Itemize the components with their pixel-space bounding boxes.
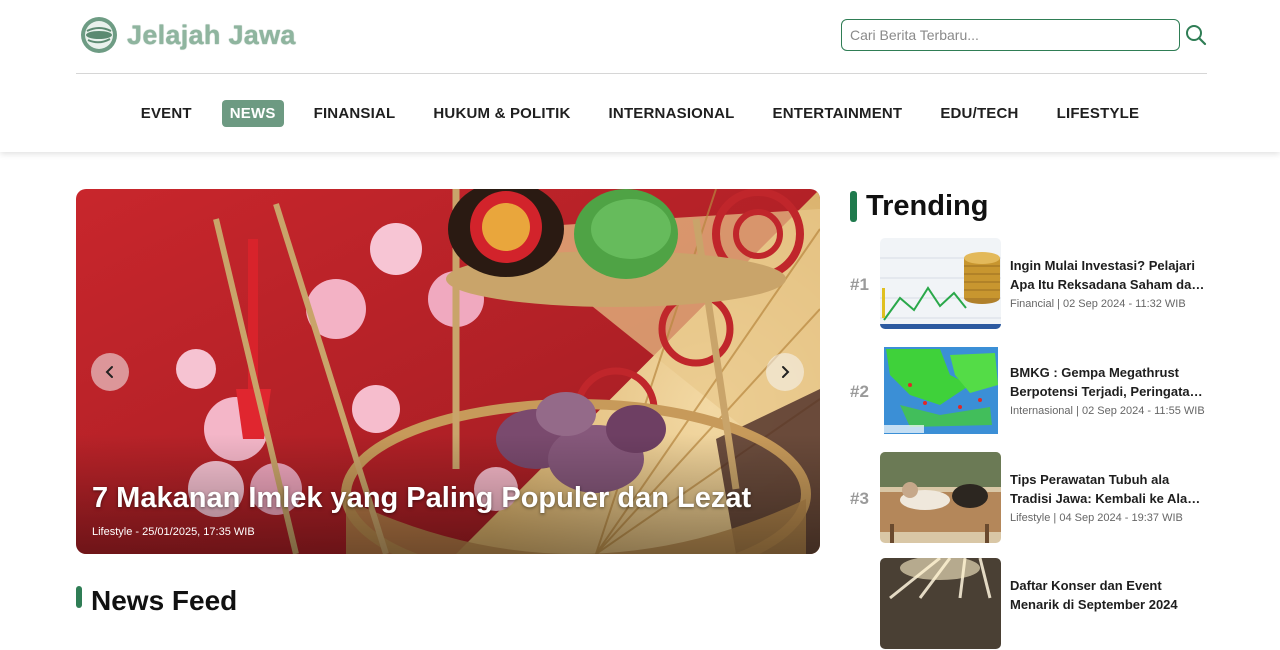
trending-item[interactable]: #2 BMKG : Gempa Megathrust Berpotensi Te…	[850, 345, 1210, 437]
feed-heading-bar	[76, 586, 82, 608]
search-input[interactable]	[841, 19, 1180, 51]
nav-item-news[interactable]: NEWS	[221, 99, 284, 127]
hero-title[interactable]: 7 Makanan Imlek yang Paling Populer dan …	[92, 482, 751, 515]
trending-thumbnail	[880, 238, 1001, 329]
trending-item[interactable]: #1 Ingin Mulai Investasi? Pelajari Apa I…	[850, 238, 1210, 330]
chevron-left-icon	[105, 366, 113, 378]
main-nav: EVENT NEWS FINANSIAL HUKUM & POLITIK INT…	[0, 98, 1280, 128]
site-header: Jelajah Jawa EVENT NEWS FINANSIAL HUKUM …	[0, 0, 1280, 152]
trending-heading: Trending	[866, 190, 989, 222]
search-button[interactable]	[1184, 23, 1208, 47]
search-icon	[1186, 25, 1207, 46]
nav-item-entertainment[interactable]: ENTERTAINMENT	[764, 100, 910, 127]
slider-prev-button[interactable]	[91, 353, 129, 391]
chevron-right-icon	[782, 366, 790, 378]
trending-thumbnail	[880, 452, 1001, 543]
trending-item-title[interactable]: Daftar Konser dan Event Menarik di Septe…	[1010, 576, 1210, 614]
header-divider	[76, 73, 1207, 74]
nav-item-lifestyle[interactable]: LIFESTYLE	[1049, 100, 1148, 127]
nav-item-event[interactable]: EVENT	[133, 100, 200, 127]
trending-thumbnail	[880, 345, 1001, 436]
logo-text: Jelajah Jawa	[127, 19, 296, 50]
trending-rank: #2	[850, 382, 869, 401]
slider-next-button[interactable]	[766, 353, 804, 391]
site-logo[interactable]: Jelajah Jawa	[79, 14, 296, 56]
trending-thumbnail	[880, 558, 1001, 649]
trending-item-title[interactable]: Ingin Mulai Investasi? Pelajari Apa Itu …	[1010, 256, 1210, 294]
feed-heading: News Feed	[91, 585, 238, 616]
nav-item-hukum-politik[interactable]: HUKUM & POLITIK	[425, 100, 578, 127]
nav-item-finansial[interactable]: FINANSIAL	[306, 100, 404, 127]
trending-item-title[interactable]: BMKG : Gempa Megathrust Berpotensi Terja…	[1010, 363, 1210, 401]
globe-logo-icon	[81, 17, 117, 53]
hero-meta: Lifestyle - 25/01/2025, 17:35 WIB	[92, 526, 255, 538]
trending-item[interactable]: #3 Tips Perawatan Tubuh ala Tradisi Jawa…	[850, 452, 1210, 544]
nav-item-edu-tech[interactable]: EDU/TECH	[932, 100, 1026, 127]
trending-item[interactable]: Daftar Konser dan Event Menarik di Septe…	[850, 558, 1210, 650]
trending-item-meta: Internasional | 02 Sep 2024 - 11:55 WIB	[1010, 405, 1205, 417]
trending-item-meta: Financial | 02 Sep 2024 - 11:32 WIB	[1010, 298, 1186, 310]
hero-slider[interactable]: 7 Makanan Imlek yang Paling Populer dan …	[76, 189, 820, 554]
trending-item-meta: Lifestyle | 04 Sep 2024 - 19:37 WIB	[1010, 512, 1183, 524]
trending-item-title[interactable]: Tips Perawatan Tubuh ala Tradisi Jawa: K…	[1010, 470, 1210, 508]
nav-item-internasional[interactable]: INTERNASIONAL	[601, 100, 743, 127]
trending-rank: #3	[850, 489, 869, 508]
trending-heading-bar	[850, 191, 857, 222]
trending-rank: #1	[850, 275, 869, 294]
